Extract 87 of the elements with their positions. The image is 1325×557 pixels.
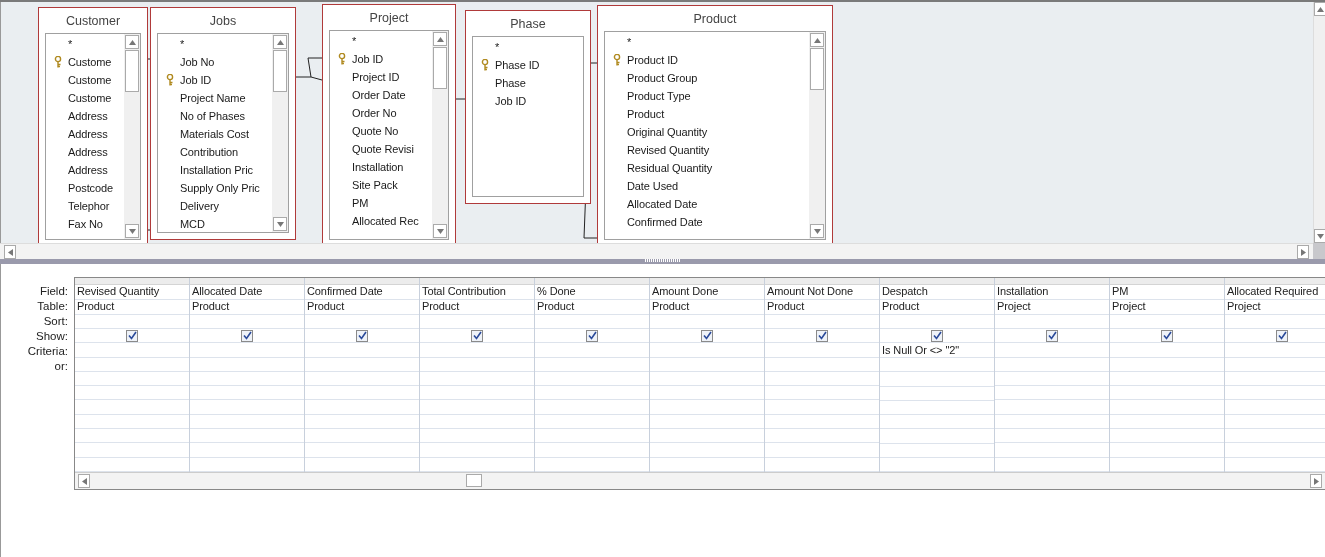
field-name[interactable]: Delivery: [180, 200, 219, 212]
field-name[interactable]: Project ID: [352, 71, 400, 83]
field-name[interactable]: Installation Pric: [180, 164, 253, 176]
table-title: Project: [368, 10, 410, 27]
field-name[interactable]: Revised Quantity: [627, 144, 710, 156]
field-name[interactable]: Job No: [180, 56, 215, 68]
field-name[interactable]: Allocated Date: [627, 198, 698, 210]
field-name[interactable]: Product Type: [627, 90, 691, 102]
row-label: Field:: [38, 284, 69, 299]
table-cell[interactable]: Product: [765, 299, 879, 315]
criteria-cell[interactable]: Is Null Or <> "2": [880, 343, 994, 359]
field-name[interactable]: Address: [68, 146, 108, 158]
row-label: Show:: [35, 329, 69, 344]
table-title: Jobs: [208, 13, 238, 30]
field-name[interactable]: Phase: [495, 77, 526, 89]
field-name[interactable]: Fax No: [68, 218, 103, 230]
table-cell[interactable]: Product: [305, 299, 419, 315]
table-cell[interactable]: Product: [75, 299, 189, 315]
field-name[interactable]: Original Quantity: [627, 126, 708, 138]
field-name[interactable]: *: [352, 35, 357, 47]
table-cell[interactable]: Project: [1225, 299, 1325, 315]
field-name[interactable]: Contribution: [180, 146, 239, 158]
field-cell[interactable]: Revised Quantity: [75, 284, 189, 300]
field-name[interactable]: Quote Revisi: [352, 143, 414, 155]
table-cell[interactable]: Product: [880, 299, 994, 315]
table-cell[interactable]: Project: [1110, 299, 1224, 315]
field-name[interactable]: Custome: [68, 92, 112, 104]
table-cell[interactable]: Project: [995, 299, 1109, 315]
field-name[interactable]: Product: [627, 108, 665, 120]
field-cell[interactable]: Total Contribution: [420, 284, 534, 300]
table-field-list[interactable]: Product * Product ID Product Group Product Type Product Original Quantity Revised Quantity Residual Quantity Date Used Allocated Date Confirmed Date: [597, 5, 833, 243]
field-name[interactable]: Custome: [68, 56, 112, 68]
field-name[interactable]: *: [627, 36, 632, 48]
table-cell[interactable]: Product: [650, 299, 764, 315]
field-name[interactable]: Order No: [352, 107, 397, 119]
field-name[interactable]: *: [495, 41, 500, 53]
row-label: Criteria:: [26, 344, 69, 359]
field-cell[interactable]: Confirmed Date: [305, 284, 419, 300]
table-title: Customer: [64, 13, 122, 30]
field-cell[interactable]: Allocated Required: [1225, 284, 1325, 300]
field-name[interactable]: Job ID: [495, 95, 527, 107]
field-name[interactable]: PM: [352, 197, 369, 209]
table-title: Phase: [509, 16, 547, 33]
field-name[interactable]: Address: [68, 164, 108, 176]
field-name[interactable]: Confirmed Date: [627, 216, 703, 228]
field-cell[interactable]: Amount Not Done: [765, 284, 879, 300]
field-name[interactable]: Supply Only Pric: [180, 182, 260, 194]
field-name[interactable]: *: [68, 38, 73, 50]
row-label: Sort:: [42, 314, 69, 329]
field-name[interactable]: *: [180, 38, 185, 50]
field-cell[interactable]: Installation: [995, 284, 1109, 300]
field-name[interactable]: Postcode: [68, 182, 114, 194]
field-name[interactable]: Phase ID: [495, 59, 540, 71]
field-name[interactable]: MCD: [180, 218, 205, 230]
field-cell[interactable]: Allocated Date: [190, 284, 304, 300]
table-cell[interactable]: Product: [535, 299, 649, 315]
field-name[interactable]: Telephor: [68, 200, 110, 212]
field-name[interactable]: Residual Quantity: [627, 162, 713, 174]
field-cell[interactable]: Amount Done: [650, 284, 764, 300]
table-field-list[interactable]: Customer * Custome Custome Custome Address Address Address Address Postcode Telephor Fax No: [38, 7, 148, 243]
field-name[interactable]: Allocated Rec: [352, 215, 419, 227]
table-cell[interactable]: Product: [420, 299, 534, 315]
table-title: Product: [692, 11, 738, 28]
field-name[interactable]: No of Phases: [180, 110, 245, 122]
field-name[interactable]: Quote No: [352, 125, 399, 137]
field-cell[interactable]: PM: [1110, 284, 1224, 300]
field-name[interactable]: Job ID: [180, 74, 212, 86]
field-name[interactable]: Site Pack: [352, 179, 398, 191]
field-name[interactable]: Date Used: [627, 180, 679, 192]
table-field-list[interactable]: Project * Job ID Project ID Order Date Order No Quote No Quote Revisi Installation Site Pack PM Allocated Rec: [322, 4, 456, 243]
row-label: Table:: [36, 299, 69, 314]
field-cell[interactable]: Despatch: [880, 284, 994, 300]
field-cell[interactable]: % Done: [535, 284, 649, 300]
row-label: or:: [53, 359, 69, 374]
field-name[interactable]: Installation: [352, 161, 404, 173]
field-name[interactable]: Address: [68, 128, 108, 140]
table-cell[interactable]: Product: [190, 299, 304, 315]
field-name[interactable]: Job ID: [352, 53, 384, 65]
field-name[interactable]: Materials Cost: [180, 128, 249, 140]
field-name[interactable]: Product Group: [627, 72, 698, 84]
field-name[interactable]: Address: [68, 110, 108, 122]
table-field-list[interactable]: Phase * Phase ID Phase Job ID: [465, 10, 591, 204]
field-name[interactable]: Custome: [68, 74, 112, 86]
table-field-list[interactable]: Jobs * Job No Job ID Project Name No of Phases Materials Cost Contribution Installation Pric Supply Only Pric Delivery MCD: [150, 7, 296, 240]
field-name[interactable]: Order Date: [352, 89, 406, 101]
field-name[interactable]: Project Name: [180, 92, 246, 104]
field-name[interactable]: Product ID: [627, 54, 678, 66]
